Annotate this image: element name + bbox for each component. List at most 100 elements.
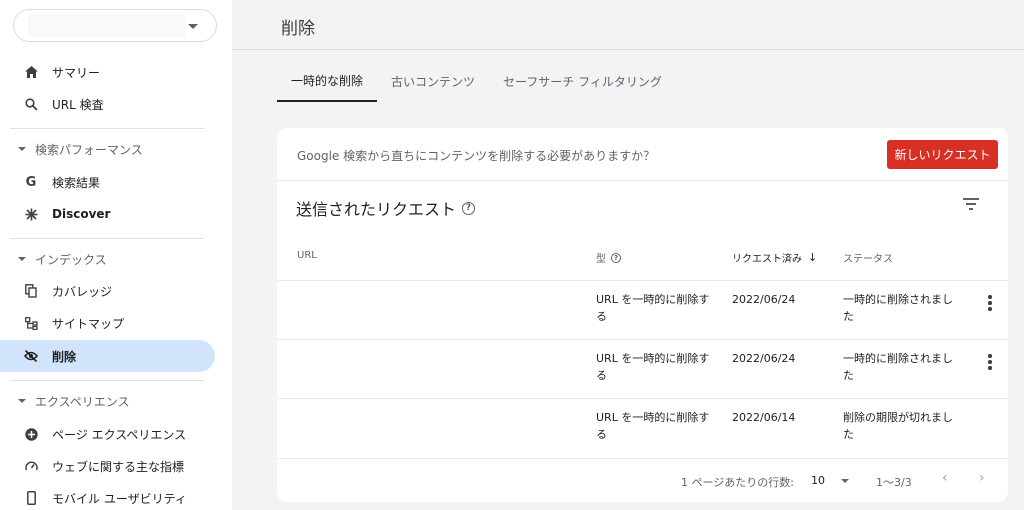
row-status-line: た [843,369,854,382]
sidebar-item-label: サイトマップ [52,316,125,331]
divider [277,180,1008,181]
sidebar-item-label: ウェブに関する主な指標 [52,459,185,474]
caret-down-icon [18,257,26,261]
sidebar-item-summary[interactable]: サマリー [0,56,215,88]
sidebar-item-label: サマリー [52,65,101,80]
google-g-icon: G [25,174,37,190]
row-date: 2022/06/24 [732,293,796,306]
caret-down-icon [18,399,26,403]
filter-icon[interactable] [963,198,979,210]
sidebar-item-label: カバレッジ [52,284,113,299]
divider [10,380,204,381]
arrow-down-icon: ↓ [808,251,818,264]
sidebar-item-label: URL 検査 [52,97,104,112]
sidebar-item-label: Discover [52,207,111,221]
sidebar-item-removals[interactable]: 削除 [0,340,215,372]
sidebar-item-sitemap[interactable]: サイトマップ [0,307,215,339]
eye-off-icon [24,349,38,363]
caret-down-icon [841,478,849,483]
column-header-label: リクエスト済み [732,254,802,265]
sidebar: サマリー URL 検査 検索パフォーマンス G 検索結果 Discover イン… [0,0,232,510]
row-date: 2022/06/14 [732,411,796,424]
help-icon[interactable]: ? [611,252,621,263]
rows-per-page-value: 10 [811,474,825,487]
row-type: URL を一時的に削除す る [596,291,709,325]
sidebar-item-label: 検索結果 [52,175,101,190]
row-date: 2022/06/24 [732,352,796,365]
row-type-line: URL を一時的に削除す [596,411,710,424]
help-icon[interactable]: ? [462,201,476,215]
sidebar-item-label: 削除 [52,349,77,364]
sidebar-item-discover[interactable]: Discover [0,198,215,230]
row-type: URL を一時的に削除す る [596,409,709,443]
row-type-line: URL を一時的に削除す [596,293,710,306]
tab-bar: 一時的な削除 古いコンテンツ セーフサーチ フィルタリング [277,60,676,102]
column-header-label: 型 [596,254,606,265]
caret-down-icon [188,24,198,29]
row-status-line: 削除の期限が切れまし [843,411,953,424]
sidebar-item-label: モバイル ユーザビリティ [52,491,187,506]
tab-safesearch-filtering[interactable]: セーフサーチ フィルタリング [489,60,676,102]
removal-prompt: Google 検索から直ちにコンテンツを削除する必要がありますか？ [297,149,656,163]
divider [10,128,204,129]
sitemap-icon [24,316,38,330]
divider [232,49,1024,50]
section-label: 検索パフォーマンス [35,142,143,157]
row-status: 一時的に削除されまし た [843,350,953,384]
chevron-left-icon[interactable]: ‹ [942,470,948,486]
requests-card: Google 検索から直ちにコンテンツを削除する必要がありますか？ 新しいリクエ… [277,128,1008,502]
row-status: 一時的に削除されまし た [843,291,953,325]
tab-outdated-content[interactable]: 古いコンテンツ [377,60,489,102]
sidebar-item-core-web-vitals[interactable]: ウェブに関する主な指標 [0,450,215,482]
tab-temporary-removals[interactable]: 一時的な削除 [277,60,378,102]
divider [277,458,1008,459]
new-request-button[interactable]: 新しいリクエスト [887,140,998,169]
row-status-line: 一時的に削除されまし [843,293,953,306]
row-status-line: 一時的に削除されまし [843,352,953,365]
column-header-status[interactable]: ステータス [843,250,893,265]
sidebar-item-label: ページ エクスペリエンス [52,427,187,442]
more-vert-icon[interactable] [988,354,992,370]
column-header-requested[interactable]: リクエスト済み ↓ [732,250,817,265]
pagination-range: 1〜3/3 [876,476,912,489]
sidebar-item-search-results[interactable]: G 検索結果 [0,166,215,198]
rows-per-page-select[interactable]: 10 [811,474,849,487]
add-circle-icon [24,427,38,441]
row-type-line: る [596,428,607,441]
sidebar-item-coverage[interactable]: カバレッジ [0,275,215,307]
row-status: 削除の期限が切れまし た [843,409,953,443]
row-status-line: た [843,428,854,441]
row-type: URL を一時的に削除す る [596,350,709,384]
speed-icon [24,459,38,473]
card-title: 送信されたリクエスト ? [296,196,476,220]
property-name-redacted [28,15,186,37]
section-experience[interactable]: エクスペリエンス [0,386,232,416]
divider [277,280,1008,281]
property-selector[interactable] [13,9,217,42]
section-search-performance[interactable]: 検索パフォーマンス [0,134,232,164]
row-status-line: た [843,310,854,323]
section-index[interactable]: インデックス [0,244,232,274]
rows-per-page-label: 1 ページあたりの行数: [681,476,794,489]
home-icon [24,65,38,79]
search-icon [24,97,38,111]
card-title-text: 送信されたリクエスト [296,200,457,219]
copy-icon [24,284,38,298]
divider [10,238,204,239]
row-type-line: る [596,369,607,382]
column-header-url[interactable]: URL [297,250,317,261]
row-type-line: URL を一時的に削除す [596,352,710,365]
page-title: 削除 [281,19,315,39]
sidebar-item-url-inspection[interactable]: URL 検査 [0,88,215,120]
asterisk-icon [24,207,38,221]
row-type-line: る [596,310,607,323]
caret-down-icon [18,147,26,151]
phone-icon [24,491,38,505]
more-vert-icon[interactable] [988,295,992,311]
column-header-type[interactable]: 型 ? [596,250,621,265]
section-label: エクスペリエンス [35,394,130,409]
section-label: インデックス [35,252,107,267]
chevron-right-icon[interactable]: › [979,470,985,486]
sidebar-item-mobile-usability[interactable]: モバイル ユーザビリティ [0,482,215,510]
sidebar-item-page-experience[interactable]: ページ エクスペリエンス [0,418,215,450]
